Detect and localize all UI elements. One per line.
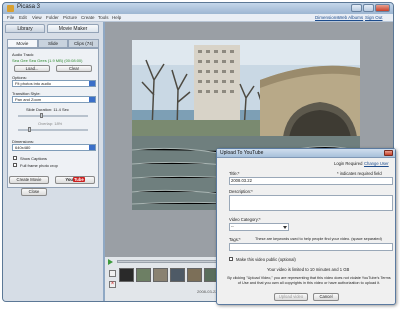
youtube-upload-button[interactable]: YouTube — [55, 176, 95, 184]
options-select[interactable]: Fit photos into audio — [12, 80, 96, 87]
menu-folder[interactable]: Folder — [46, 15, 59, 20]
slide-duration-knob[interactable] — [40, 113, 43, 118]
transition-style-value: Pan and Zoom — [15, 97, 42, 102]
menu-picture[interactable]: Picture — [63, 15, 77, 20]
slide-duration-slider[interactable] — [18, 113, 88, 118]
description-textarea[interactable] — [229, 195, 393, 211]
audio-track-label: Audio Track: — [12, 52, 35, 57]
title-field-label: Title:* — [229, 171, 240, 176]
movie-maker-tab-label: Movie Maker — [58, 26, 88, 32]
web-albums-link[interactable]: Web Albums — [338, 15, 363, 20]
audio-track-value: Sea Gee Sea Gees (1.9 MB) (00:08:00) — [12, 58, 83, 63]
window-controls — [351, 4, 390, 12]
clear-audio-button[interactable]: Clear — [56, 65, 92, 72]
login-required-text: Login Required — [334, 161, 363, 166]
overlap-knob[interactable] — [28, 127, 31, 132]
video-category-value: -- — [231, 224, 234, 229]
tab-library[interactable]: Library — [5, 24, 45, 33]
tags-field-note: These are keywords used to help people f… — [255, 237, 382, 241]
timeline-thumbnail[interactable] — [187, 268, 202, 282]
dimensions-value: 640x480 — [15, 145, 31, 150]
options-value: Fit photos into audio — [15, 81, 52, 86]
overlap-slider[interactable] — [18, 127, 88, 132]
chevron-down-icon — [89, 81, 95, 86]
tab-movie-maker[interactable]: Movie Maker — [47, 24, 99, 33]
maximize-button[interactable] — [363, 4, 374, 12]
dimensions-select[interactable]: 640x480 — [12, 144, 96, 151]
tags-input[interactable] — [229, 243, 393, 251]
play-icon[interactable] — [108, 259, 113, 265]
sign-out-link[interactable]: Sign Out — [365, 15, 383, 20]
transition-style-select[interactable]: Pan and Zoom — [12, 96, 96, 103]
load-audio-button[interactable]: Load... — [14, 65, 50, 72]
youtube-logo-you: You — [65, 177, 73, 182]
description-field-label: Description:* — [229, 189, 253, 194]
required-field-note: * indicates required field — [337, 171, 382, 176]
minimize-button[interactable] — [351, 4, 362, 12]
show-captions-label: Show Captions — [20, 156, 47, 161]
subtab-movie[interactable]: Movie — [7, 39, 38, 48]
video-category-label: Video Category:* — [229, 217, 261, 222]
dialog-title-bar: Upload To YouTube — [217, 149, 395, 158]
make-public-checkbox[interactable] — [229, 257, 233, 261]
chevron-down-icon — [89, 97, 95, 102]
full-frame-label: Full frame photo crop — [20, 163, 58, 168]
dialog-title: Upload To YouTube — [220, 150, 264, 156]
close-window-button[interactable] — [375, 4, 390, 12]
movie-settings-panel: Audio Track: Sea Gee Sea Gees (1.9 MB) (… — [7, 48, 99, 188]
subtab-slide[interactable]: Slide — [37, 39, 69, 48]
menu-help[interactable]: Help — [112, 15, 121, 20]
chevron-down-icon — [89, 145, 95, 150]
dialog-close-icon[interactable] — [384, 150, 393, 156]
title-bar: Picasa 3 — [3, 3, 393, 14]
timeline-timestamp: 2008-03-22 — [197, 289, 218, 294]
remove-clip-icon[interactable]: × — [109, 281, 116, 288]
movie-maker-pane: Library Movie Maker Movie Slide Clips (7… — [3, 22, 103, 301]
subtab-clips[interactable]: Clips (74) — [68, 39, 100, 48]
video-limit-note: Your video is limited to 10 minutes and … — [267, 267, 350, 272]
dimensions-link[interactable]: Dimensions — [315, 15, 339, 20]
show-captions-checkbox[interactable] — [13, 156, 17, 160]
create-movie-button[interactable]: Create Movie — [9, 176, 49, 184]
menu-view[interactable]: View — [32, 15, 42, 20]
menu-bar: File Edit View Folder Picture Create Too… — [3, 14, 393, 22]
timeline-thumbnail[interactable] — [136, 268, 151, 282]
timeline-thumbnail[interactable] — [153, 268, 168, 282]
timeline-thumbnail[interactable] — [170, 268, 185, 282]
overlap-label: Overlap: 18% — [38, 121, 63, 126]
add-clip-icon[interactable] — [109, 270, 116, 277]
menu-file[interactable]: File — [7, 15, 14, 20]
make-public-label: Make this video public (optional) — [236, 257, 296, 262]
timeline-thumbnail[interactable] — [119, 268, 134, 282]
full-frame-checkbox[interactable] — [13, 163, 17, 167]
cancel-button[interactable]: Cancel — [313, 293, 339, 301]
video-category-select[interactable]: -- — [229, 223, 289, 231]
close-movie-button[interactable]: Close — [21, 188, 47, 196]
youtube-logo-tube: Tube — [72, 177, 85, 182]
upload-video-button[interactable]: Upload video — [274, 293, 308, 301]
library-tab-label: Library — [17, 26, 33, 32]
menu-tools[interactable]: Tools — [98, 15, 109, 20]
slide-duration-label: Slide Duration: 11.4 Sec — [26, 107, 69, 112]
upload-to-youtube-dialog: Upload To YouTube Login Required Change … — [216, 148, 396, 305]
movie-subtabs: Movie Slide Clips (74) — [7, 39, 100, 48]
app-icon — [7, 5, 14, 12]
terms-note: By clicking "Upload Video," you are repr… — [227, 276, 391, 285]
title-input[interactable]: 2008.03.22 — [229, 177, 393, 185]
tags-field-label: Tags:* — [229, 237, 241, 242]
change-user-link[interactable]: Change User — [364, 161, 389, 166]
menu-create[interactable]: Create — [81, 15, 95, 20]
chevron-down-icon — [283, 226, 287, 229]
window-title: Picasa 3 — [17, 4, 41, 10]
menu-edit[interactable]: Edit — [19, 15, 27, 20]
